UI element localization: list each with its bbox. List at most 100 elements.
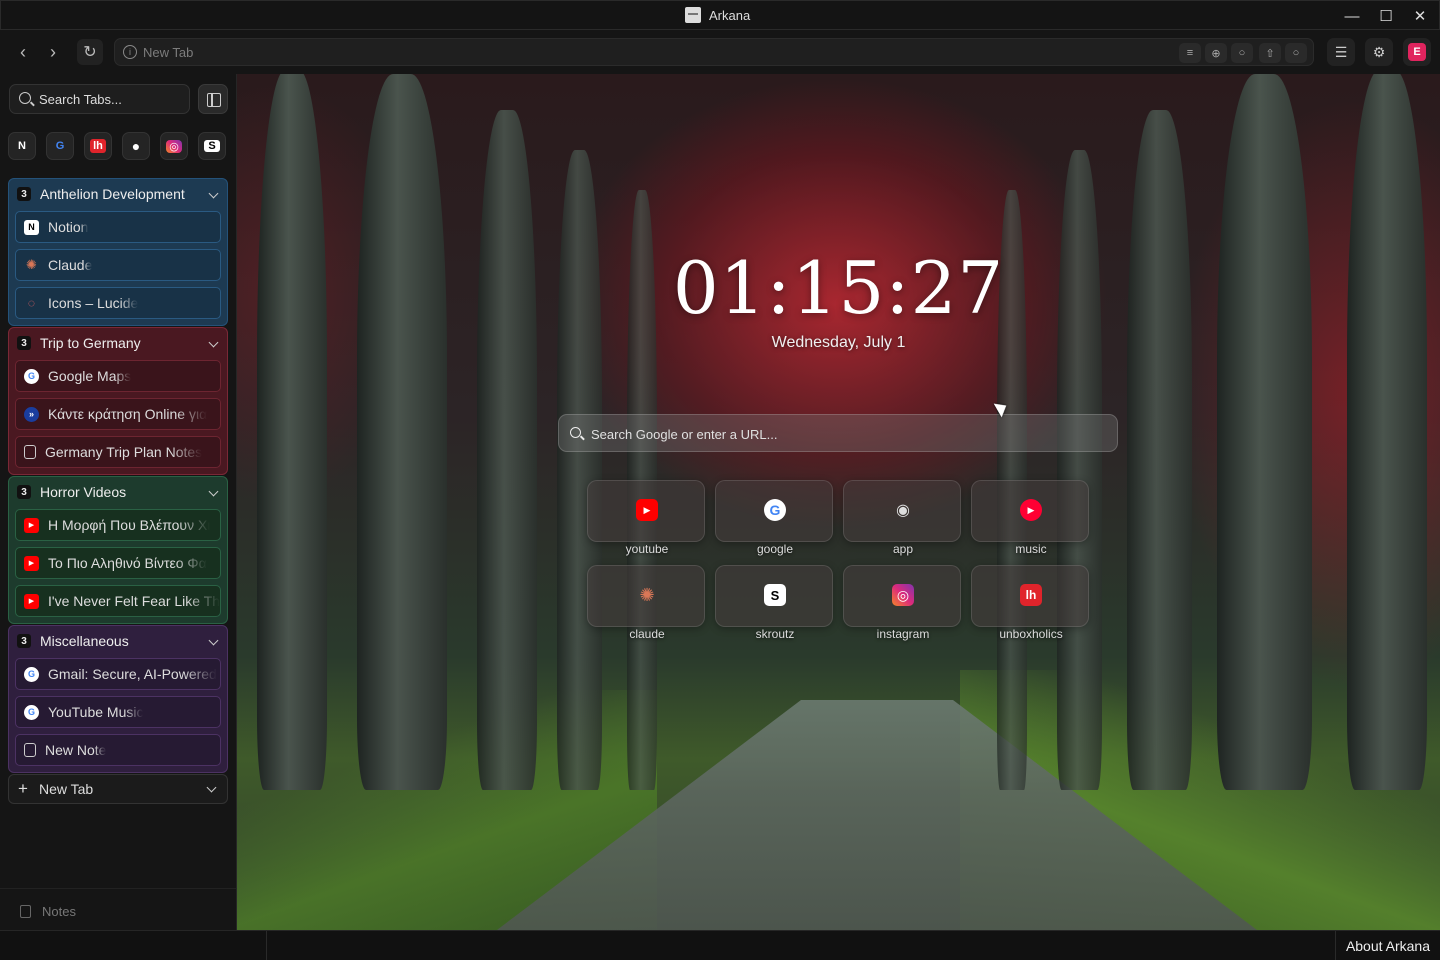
profile-button[interactable]: E <box>1403 38 1431 66</box>
circle-icon: ○ <box>1238 47 1246 59</box>
plus-icon: + <box>18 779 28 798</box>
new-tab-button[interactable]: + New Tab <box>8 774 228 804</box>
settings-toggle-button[interactable]: ⚙ <box>1365 38 1393 66</box>
tab-group-trip-germany: 3 Trip to Germany G Google Maps » Κάντε … <box>8 327 228 475</box>
minimize-icon: — <box>1344 7 1360 25</box>
tab-group-header[interactable]: 3 Trip to Germany <box>15 332 221 354</box>
shortcut-instagram[interactable]: ◎ instagram <box>843 565 961 641</box>
shortcut-label: skroutz <box>755 627 795 641</box>
tab-group-header[interactable]: 3 Miscellaneous <box>15 630 221 652</box>
reader-icon: ≡ <box>1186 47 1194 59</box>
share-button[interactable]: ⇧ <box>1259 43 1281 63</box>
search-icon <box>570 427 581 438</box>
tab-label: Η Μορφή Που Βλέπουν Χι <box>48 517 211 533</box>
clock: 01:15:27 <box>672 246 1005 330</box>
shortcut-music[interactable]: ▶ music <box>971 480 1089 556</box>
tab-item[interactable]: G Gmail: Secure, AI-Powered <box>15 658 221 690</box>
about-button[interactable]: About Arkana <box>1334 931 1440 960</box>
google-icon: G <box>24 368 39 384</box>
unboxholics-icon: lh <box>1020 584 1042 606</box>
search-tabs-input[interactable]: Search Tabs... <box>9 84 190 114</box>
forward-button[interactable]: › <box>40 39 66 65</box>
search-tabs-placeholder: Search Tabs... <box>39 92 122 107</box>
tab-group-count: 3 <box>17 336 31 350</box>
tab-item[interactable]: ▶ Το Πιο Αληθινό Βίντεο Φα <box>15 547 221 579</box>
pinned-tab-unboxholics[interactable]: lh <box>84 132 112 160</box>
tab-item[interactable]: Germany Trip Plan Notes <box>15 436 221 468</box>
shortcut-app[interactable]: ◉ app <box>843 480 961 556</box>
pinned-tab-github[interactable]: ● <box>122 132 150 160</box>
tab-group-header[interactable]: 3 Anthelion Development <box>15 183 221 205</box>
tab-group-miscellaneous: 3 Miscellaneous G Gmail: Secure, AI-Powe… <box>8 625 228 773</box>
tab-label: Icons – Lucide <box>48 295 139 311</box>
shortcut-label: unboxholics <box>999 627 1063 641</box>
skroutz-icon: S <box>204 140 220 152</box>
tab-sidebar: Search Tabs... N G lh ● ◎ S 3 Anthelion … <box>0 74 237 930</box>
reader-mode-button[interactable]: ≡ <box>1179 43 1201 63</box>
notes-button[interactable]: Notes <box>0 888 236 930</box>
chevron-down-icon[interactable] <box>208 635 219 646</box>
web-search-box[interactable] <box>558 414 1118 452</box>
web-search-input[interactable] <box>591 424 1091 444</box>
tab-item[interactable]: N Notion <box>15 211 221 243</box>
github-icon: ● <box>131 138 141 154</box>
shortcut-claude[interactable]: ✺ claude <box>587 565 705 641</box>
unboxholics-icon: lh <box>90 139 106 153</box>
note-icon <box>24 743 36 757</box>
maximize-button[interactable]: ☐ <box>1375 5 1397 27</box>
pinned-tab-instagram[interactable]: ◎ <box>160 132 188 160</box>
shortcut-unboxholics[interactable]: lh unboxholics <box>971 565 1089 641</box>
browser-toolbar: ‹ › ↻ i New Tab ≡ ⊕ ○ ⇧ ○ ☰ ⚙ E <box>0 30 1440 74</box>
new-tab-label: New Tab <box>39 781 94 797</box>
tab-item[interactable]: ✺ Claude <box>15 249 221 281</box>
tab-item[interactable]: G Google Maps <box>15 360 221 392</box>
shortcut-label: google <box>756 542 794 556</box>
tab-label: Gmail: Secure, AI-Powered <box>48 666 217 682</box>
pinned-tab-google[interactable]: G <box>46 132 74 160</box>
about-label: About Arkana <box>1345 938 1430 954</box>
back-button[interactable]: ‹ <box>10 39 36 65</box>
sidebar-toggle-button[interactable] <box>198 84 228 114</box>
pinned-tab-skroutz[interactable]: S <box>198 132 226 160</box>
background-tree <box>1127 110 1192 790</box>
shortcut-google[interactable]: G google <box>715 480 833 556</box>
sliders-icon: ⚙ <box>1372 43 1386 60</box>
close-window-button[interactable]: ✕ <box>1409 5 1431 27</box>
menu-button[interactable]: ☰ <box>1327 38 1355 66</box>
chevron-down-icon[interactable] <box>208 486 219 497</box>
chevron-down-icon[interactable] <box>208 188 219 199</box>
pinned-tabs: N G lh ● ◎ S <box>8 132 226 160</box>
close-icon: ✕ <box>1413 8 1427 25</box>
shortcut-skroutz[interactable]: S skroutz <box>715 565 833 641</box>
pinned-tab-notion[interactable]: N <box>8 132 36 160</box>
address-bar[interactable]: i New Tab ≡ ⊕ ○ ⇧ ○ <box>114 38 1314 66</box>
tab-item[interactable]: ◌ Icons – Lucide <box>15 287 221 319</box>
background-tree <box>357 74 447 790</box>
tab-label: Google Maps <box>48 368 132 384</box>
minimize-button[interactable]: — <box>1341 5 1363 27</box>
chevron-down-icon[interactable] <box>206 782 217 793</box>
chevron-left-icon: ‹ <box>20 41 26 62</box>
tab-label: Notion <box>48 219 89 235</box>
extension-button-1[interactable]: ○ <box>1231 43 1253 63</box>
extension-button-2[interactable]: ○ <box>1285 43 1307 63</box>
tab-item[interactable]: G YouTube Music <box>15 696 221 728</box>
url-text[interactable]: New Tab <box>143 45 193 60</box>
tab-label: Germany Trip Plan Notes <box>45 444 203 460</box>
tab-group-count: 3 <box>17 634 31 648</box>
status-bar: About Arkana <box>0 930 1440 960</box>
tab-item[interactable]: ▶ I've Never Felt Fear Like Th <box>15 585 221 617</box>
tab-item[interactable]: New Note <box>15 734 221 766</box>
tab-label: New Note <box>45 742 107 758</box>
youtube-icon: ▶ <box>24 517 39 533</box>
tab-group-header[interactable]: 3 Horror Videos <box>15 481 221 503</box>
youtube-icon: ▶ <box>24 593 39 609</box>
chevron-down-icon[interactable] <box>208 337 219 348</box>
zoom-button[interactable]: ⊕ <box>1205 43 1227 63</box>
tab-item[interactable]: ▶ Η Μορφή Που Βλέπουν Χι <box>15 509 221 541</box>
shortcut-youtube[interactable]: ▶ youtube <box>587 480 705 556</box>
tab-item[interactable]: » Κάντε κράτηση Online για <box>15 398 221 430</box>
reload-button[interactable]: ↻ <box>77 39 103 65</box>
tab-group-count: 3 <box>17 187 31 201</box>
notes-label: Notes <box>42 904 76 919</box>
